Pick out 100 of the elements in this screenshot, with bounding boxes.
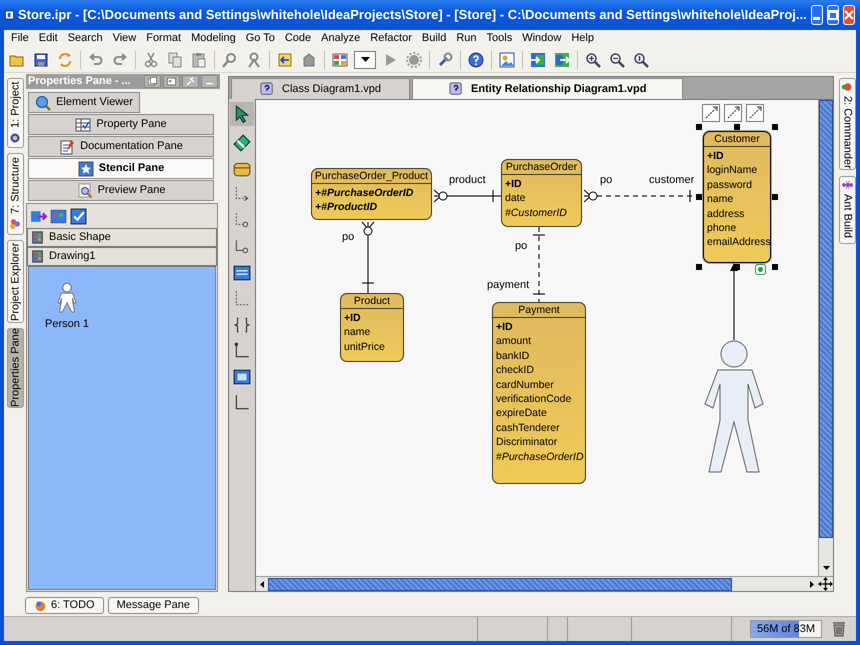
window-icon[interactable] — [233, 368, 251, 386]
stencil-group[interactable]: Basic Shape — [27, 228, 217, 247]
trash-icon[interactable] — [832, 621, 846, 637]
pane-tab[interactable]: Element Viewer — [28, 92, 140, 113]
pane-tab[interactable]: Documentation Pane — [28, 136, 214, 157]
star-icon — [78, 160, 94, 176]
copy-icon[interactable] — [167, 52, 183, 68]
window-icon[interactable] — [166, 76, 177, 87]
menu-item[interactable]: Help — [566, 30, 599, 47]
connector-icon[interactable] — [233, 212, 251, 230]
entity-card[interactable]: Product +ID name unitPrice — [340, 293, 404, 362]
selection-handle[interactable] — [696, 194, 702, 200]
resource-icon[interactable] — [724, 104, 742, 122]
tool-window-tab[interactable]: 2: Commander — [838, 78, 856, 170]
resource-icon[interactable] — [702, 104, 720, 122]
selection-handle[interactable] — [772, 264, 778, 270]
selection-handle[interactable] — [772, 194, 778, 200]
tool-window-tab[interactable]: 7: Structure — [6, 153, 24, 235]
menu-item[interactable]: Format — [141, 30, 186, 47]
tool-window-tab[interactable]: 6: TODO — [25, 597, 104, 614]
selection-handle[interactable] — [734, 264, 740, 270]
connector-icon[interactable] — [233, 186, 251, 204]
menu-item[interactable]: Tools — [482, 30, 518, 47]
paste-icon[interactable] — [191, 52, 207, 68]
menu-item[interactable]: Edit — [34, 30, 63, 47]
connector-handle-icon[interactable] — [755, 264, 766, 275]
menu-item[interactable]: Search — [62, 30, 108, 47]
import-icon[interactable] — [530, 52, 546, 68]
maximize-button[interactable] — [826, 5, 839, 25]
menu-item[interactable]: View — [108, 30, 142, 47]
pointer-icon[interactable] — [233, 105, 251, 123]
menu-item[interactable]: Refactor — [365, 30, 417, 47]
stencil-group[interactable]: Drawing1 — [27, 247, 217, 266]
zoom-out-icon[interactable] — [609, 52, 625, 68]
restore-icon[interactable] — [147, 76, 158, 87]
magnifier-icon — [35, 94, 52, 110]
save-icon[interactable] — [33, 52, 49, 68]
checklist-icon[interactable] — [70, 208, 87, 224]
wrench-icon[interactable] — [437, 52, 453, 68]
person-figure[interactable] — [704, 340, 764, 472]
diamond-icon[interactable] — [233, 134, 251, 152]
relationship-line[interactable] — [362, 222, 374, 294]
menu-item[interactable]: Go To — [240, 30, 280, 47]
cut-icon[interactable] — [143, 52, 159, 68]
scroll-thumb[interactable] — [268, 578, 732, 590]
tool-window-tab[interactable]: Properties Pane — [6, 328, 24, 408]
menu-item[interactable]: Modeling — [186, 30, 241, 47]
pane-title: Properties Pane - ... — [28, 74, 132, 90]
undo-icon[interactable] — [88, 52, 104, 68]
resource-icon[interactable] — [746, 104, 764, 122]
palette-icon — [31, 249, 44, 264]
menu-item[interactable]: File — [6, 30, 34, 47]
dropdown-button[interactable] — [354, 50, 376, 68]
shape-label[interactable]: Person 1 — [45, 316, 90, 332]
relationship-line[interactable] — [532, 226, 546, 302]
entity-card[interactable]: PurchaseOrder_Product +#PurchaseOrderID +#ProductID — [311, 168, 432, 220]
pane-tab[interactable]: Preview Pane — [28, 180, 214, 201]
redo-icon[interactable] — [112, 52, 128, 68]
braces-icon[interactable] — [233, 316, 251, 334]
pane-tab[interactable]: Property Pane — [28, 114, 214, 135]
menu-item[interactable]: Build — [416, 30, 452, 47]
image-icon[interactable] — [499, 52, 515, 68]
editor-tab[interactable]: Class Diagram1.vpd — [231, 78, 410, 99]
tool-window-tab[interactable]: Message Pane — [108, 597, 199, 614]
elbow-line-icon[interactable] — [233, 342, 251, 360]
selection-handle[interactable] — [696, 124, 702, 130]
corner-line-icon[interactable] — [233, 394, 251, 412]
export-icon[interactable] — [554, 52, 570, 68]
table-icon[interactable] — [332, 52, 348, 68]
selection-handle[interactable] — [734, 124, 740, 130]
menu-item[interactable]: Analyze — [316, 30, 366, 47]
entity-card[interactable]: Payment +ID amount bankID checkID cardNumber verificationCode expireDate cashTenderer Discriminator #PurchaseOrderID — [492, 302, 586, 484]
connector-icon[interactable] — [233, 238, 251, 256]
move-icon[interactable] — [818, 577, 833, 591]
grid-icon[interactable] — [50, 208, 67, 224]
table-icon[interactable] — [233, 264, 251, 282]
menu-item[interactable]: Code — [280, 30, 316, 47]
selection-handle[interactable] — [772, 124, 778, 130]
tool-window-tab[interactable]: Project Explorer — [6, 240, 24, 323]
selection-handle[interactable] — [696, 264, 702, 270]
relationship-label: po — [600, 173, 612, 188]
entity-card[interactable]: PurchaseOrder +ID date #CustomerID — [501, 159, 582, 227]
figure-icon[interactable] — [246, 52, 262, 68]
menu-item[interactable]: Window — [517, 30, 566, 47]
pane-tab[interactable]: Stencil Pane — [28, 158, 214, 179]
entity-icon[interactable] — [233, 160, 251, 178]
relationship-line[interactable] — [434, 190, 502, 202]
editor-tab[interactable]: Entity Relationship Diagram1.vpd — [412, 78, 684, 99]
zoom-reset-icon[interactable] — [633, 52, 649, 68]
back-icon[interactable] — [277, 52, 293, 68]
tool-window-tab[interactable]: 1: Project — [6, 78, 24, 148]
zoom-in-icon[interactable] — [585, 52, 601, 68]
entity-card[interactable]: Customer +ID loginName password name address phone emailAddress — [703, 131, 771, 263]
dotted-line-icon[interactable] — [233, 290, 251, 308]
tool-window-tab[interactable]: Ant Build — [838, 176, 856, 244]
help-icon[interactable] — [468, 52, 484, 68]
menu-item[interactable]: Run — [451, 30, 482, 47]
close-button[interactable] — [842, 5, 856, 25]
minimize-button[interactable] — [810, 5, 823, 25]
search-icon[interactable] — [222, 52, 238, 68]
